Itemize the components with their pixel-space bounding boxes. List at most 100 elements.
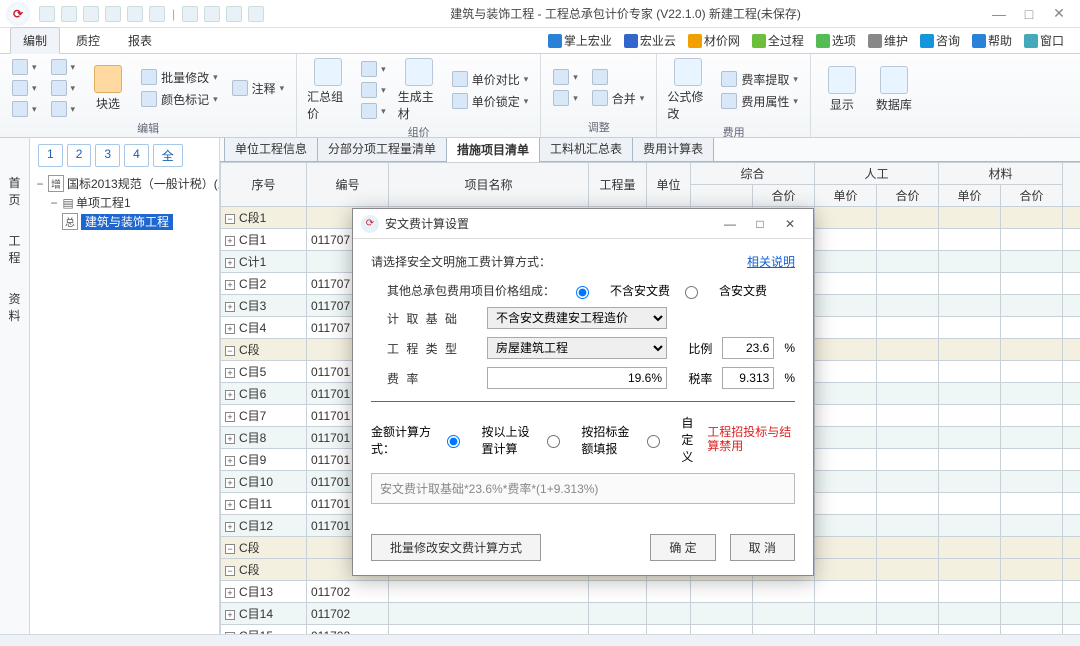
sidenav-home[interactable]: 首页 (5, 168, 25, 214)
th-xh[interactable]: 序号 (221, 163, 307, 207)
tree-root[interactable]: −增国标2013规范（一般计税）(工 −▤单项工程1 总建筑与装饰工程 (34, 173, 215, 236)
subtab-info[interactable]: 单位工程信息 (224, 138, 318, 161)
select-base[interactable]: 不含安文费建安工程造价 (487, 307, 667, 329)
qa-save-icon[interactable] (83, 6, 99, 22)
btn-insert[interactable]: ▾ (49, 58, 78, 76)
toplink-zx[interactable]: 咨询 (914, 30, 966, 51)
numtab-3[interactable]: 3 (95, 144, 120, 167)
radio-calc-custom[interactable]: 自定义 (642, 414, 697, 465)
select-type[interactable]: 房屋建筑工程 (487, 337, 667, 359)
toplink-bz[interactable]: 帮助 (966, 30, 1018, 51)
qa-print-icon[interactable] (226, 6, 242, 22)
toplink-qgc[interactable]: 全过程 (746, 30, 810, 51)
th-zh-dj[interactable] (691, 185, 753, 207)
numtab-2[interactable]: 2 (67, 144, 92, 167)
btn-a1[interactable]: ▾ (551, 68, 580, 86)
btn-a2[interactable]: ▾ (551, 89, 580, 107)
dialog-min-button[interactable]: — (715, 217, 745, 231)
project-tree[interactable]: −增国标2013规范（一般计税）(工 −▤单项工程1 总建筑与装饰工程 (34, 173, 215, 236)
subtab-measure[interactable]: 措施项目清单 (446, 138, 540, 162)
radio-comp-exclude[interactable]: 不含安文费 (571, 282, 670, 299)
table-row[interactable]: +C目14011702 (221, 603, 1080, 625)
btn-paste[interactable]: ▾ (10, 100, 39, 118)
btn-zj1[interactable]: ▾ (359, 60, 388, 78)
dialog-max-button[interactable]: □ (745, 217, 775, 231)
subtab-itemlist[interactable]: 分部分项工程量清单 (317, 138, 447, 161)
th-gcl[interactable]: 工程量 (589, 163, 647, 207)
numtab-1[interactable]: 1 (38, 144, 63, 167)
th-zh[interactable]: 综合 (691, 163, 815, 185)
qa-saveall-icon[interactable] (105, 6, 121, 22)
radio-calc-bid[interactable]: 按招标金额填报 (542, 423, 632, 457)
btn-copy[interactable]: ▾ (10, 79, 39, 97)
sidenav-project[interactable]: 工程 (5, 226, 25, 272)
tree-l2[interactable]: 总建筑与装饰工程 (62, 211, 215, 232)
btn-zhushi[interactable]: 注释▾ (230, 79, 287, 98)
toplink-zsyh[interactable]: 掌上宏业 (542, 30, 618, 51)
toplink-ck[interactable]: 窗口 (1018, 30, 1070, 51)
qa-new-icon[interactable] (39, 6, 55, 22)
dialog-help-link[interactable]: 相关说明 (747, 253, 795, 270)
menutab-qc[interactable]: 质控 (64, 28, 112, 53)
btn-xs[interactable]: 显示 (821, 66, 863, 113)
th-xmmc[interactable]: 项目名称 (389, 163, 589, 207)
table-row[interactable]: +C目13011702 (221, 581, 1080, 603)
dialog-titlebar[interactable]: ⟳ 安文费计算设置 — □ ✕ (353, 209, 813, 239)
th-rg-dj[interactable]: 单价 (815, 185, 877, 207)
btn-hzzj[interactable]: 汇总组价 (307, 58, 349, 122)
btn-zj3[interactable]: ▾ (359, 102, 388, 120)
btn-hebing[interactable]: 合并▾ (590, 89, 647, 108)
table-row[interactable]: +C目15011702 (221, 625, 1080, 635)
th-cl-hj[interactable]: 合价 (1001, 185, 1063, 207)
th-more[interactable] (1063, 163, 1080, 207)
numtab-all[interactable]: 全 (153, 144, 183, 167)
menutab-report[interactable]: 报表 (116, 28, 164, 53)
input-ratio[interactable] (722, 337, 774, 359)
subtab-material[interactable]: 工料机汇总表 (539, 138, 633, 161)
btn-a3[interactable] (590, 68, 647, 86)
th-cl[interactable]: 材料 (939, 163, 1063, 185)
btn-ysbj[interactable]: 颜色标记▾ (139, 90, 220, 109)
btn-ftq[interactable]: 费率提取▾ (719, 70, 800, 89)
th-zh-hj[interactable]: 合价 (753, 185, 815, 207)
toplink-cjw[interactable]: 材价网 (682, 30, 746, 51)
numtab-4[interactable]: 4 (124, 144, 149, 167)
btn-kuaixuan[interactable]: 块选 (87, 65, 129, 112)
subtab-fee[interactable]: 费用计算表 (632, 138, 714, 161)
qa-open-icon[interactable] (61, 6, 77, 22)
radio-calc-settings[interactable]: 按以上设置计算 (442, 423, 532, 457)
toplink-xx[interactable]: 选项 (810, 30, 862, 51)
qa-settings-icon[interactable] (248, 6, 264, 22)
th-dw[interactable]: 单位 (647, 163, 691, 207)
radio-comp-include[interactable]: 含安文费 (680, 282, 767, 299)
btn-delete[interactable]: ▾ (49, 79, 78, 97)
dialog-close-button[interactable]: ✕ (775, 217, 805, 231)
th-rg-hj[interactable]: 合价 (877, 185, 939, 207)
qa-undo-icon[interactable] (127, 6, 143, 22)
btn-sjk[interactable]: 数据库 (873, 66, 915, 113)
th-cl-dj[interactable]: 单价 (939, 185, 1001, 207)
btn-fysx[interactable]: 费用属性▾ (719, 92, 800, 111)
btn-cut[interactable]: ▾ (10, 58, 39, 76)
th-rg[interactable]: 人工 (815, 163, 939, 185)
btn-batch-modify[interactable]: 批量修改安文费计算方式 (371, 534, 541, 561)
input-tax[interactable] (722, 367, 774, 389)
btn-zj2[interactable]: ▾ (359, 81, 388, 99)
toplink-hyy[interactable]: 宏业云 (618, 30, 682, 51)
input-rate[interactable] (487, 367, 667, 389)
btn-sczc[interactable]: 生成主材 (398, 58, 440, 122)
window-min-button[interactable]: — (984, 6, 1014, 22)
tree-l1[interactable]: −▤单项工程1 总建筑与装饰工程 (48, 192, 215, 234)
toplink-wh[interactable]: 维护 (862, 30, 914, 51)
qa-export-icon[interactable] (204, 6, 220, 22)
window-max-button[interactable]: □ (1014, 6, 1044, 22)
btn-djsd[interactable]: 单价锁定▾ (450, 92, 531, 111)
menutab-edit[interactable]: 编制 (10, 27, 60, 54)
btn-find[interactable]: ▾ (49, 100, 78, 118)
sidenav-data[interactable]: 资料 (5, 284, 25, 330)
btn-cancel[interactable]: 取 消 (730, 534, 795, 561)
btn-gsxz[interactable]: 公式修改 (667, 58, 709, 122)
btn-djdb[interactable]: 单价对比▾ (450, 70, 531, 89)
qa-refresh-icon[interactable] (182, 6, 198, 22)
btn-ok[interactable]: 确 定 (650, 534, 715, 561)
